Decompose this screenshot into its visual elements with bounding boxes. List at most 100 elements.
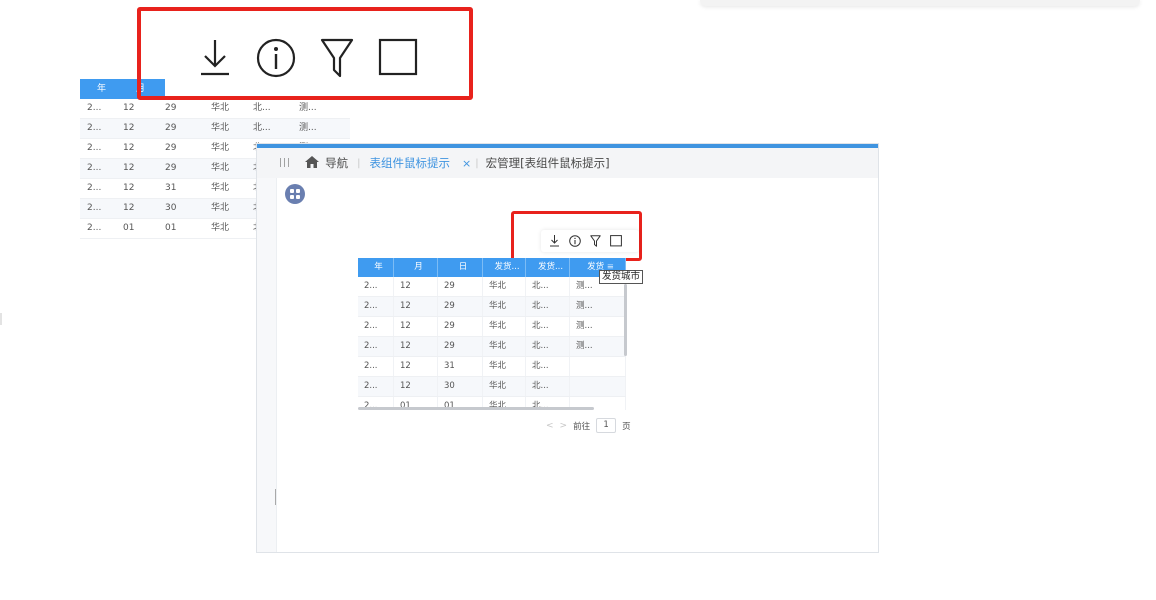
- table-cell-month: 12: [394, 297, 438, 316]
- bg-table-cell-day: 29: [165, 143, 177, 153]
- table-row[interactable]: 2... 12 29 华北 北... 测...: [358, 317, 626, 337]
- header-day[interactable]: 日: [438, 258, 483, 277]
- header-ship-region[interactable]: 发货...: [483, 258, 526, 277]
- bg-table-cell-year: 2...: [87, 163, 102, 173]
- bg-table-cell-year: 2...: [87, 223, 102, 233]
- table-cell-year: 2...: [358, 297, 394, 316]
- filter-icon[interactable]: [590, 235, 601, 247]
- table-cell-day: 29: [438, 277, 483, 296]
- bg-table-cell-month: 12: [123, 103, 135, 113]
- table-cell-year: 2...: [358, 337, 394, 356]
- info-icon[interactable]: [569, 235, 581, 247]
- download-icon[interactable]: [549, 235, 560, 247]
- horizontal-scrollbar[interactable]: [358, 407, 594, 410]
- table-cell-year: 2...: [358, 277, 394, 296]
- data-table: 年 月 日 发货... 发货... 发货 ≡ 2... 12 29 华北 北... 测..…: [358, 258, 626, 410]
- apps-button[interactable]: [285, 184, 305, 204]
- bg-table-cell-city: 测...: [299, 123, 317, 133]
- bg-table-cell-year: 2...: [87, 143, 102, 153]
- bg-table-cell-year: 2...: [87, 183, 102, 193]
- prev-page-button[interactable]: <: [546, 421, 554, 431]
- bg-table-cell-month: 12: [123, 203, 135, 213]
- header-year[interactable]: 年: [358, 258, 394, 277]
- header-ship-province[interactable]: 发货...: [526, 258, 570, 277]
- menu-toggle-icon[interactable]: |||: [279, 158, 291, 168]
- bg-table-cell-month: 01: [123, 223, 135, 233]
- bg-table-cell-region: 华北: [211, 123, 230, 133]
- tab-close-icon[interactable]: ×: [462, 157, 471, 170]
- grid-icon: [290, 189, 300, 199]
- table-row[interactable]: 2... 12 31 华北 北...: [358, 357, 626, 377]
- page-number-input[interactable]: 1: [596, 418, 617, 433]
- breadcrumb-separator: |: [475, 157, 479, 169]
- page-unit-label: 页: [622, 421, 631, 432]
- goto-label: 前往: [573, 421, 591, 432]
- table-cell-region: 华北: [483, 377, 526, 396]
- header-tooltip: 发货城市: [599, 270, 644, 284]
- table-cell-province: 北...: [526, 357, 570, 376]
- table-toolbar: [541, 230, 639, 252]
- left-edge-mark: [0, 313, 2, 325]
- bg-table-cell-province: 北...: [253, 123, 271, 133]
- table-header: 年 月 日 发货... 发货... 发货 ≡: [358, 258, 626, 277]
- bg-table-cell-region: 华北: [211, 143, 230, 153]
- table-cell-region: 华北: [483, 297, 526, 316]
- top-shadow-bar: [700, 0, 1140, 6]
- breadcrumb: ||| 导航 | 表组件鼠标提示 × | 宏管理[表组件鼠标提示]: [257, 148, 878, 178]
- breadcrumb-separator: |: [357, 157, 361, 169]
- table-cell-city: 测...: [570, 317, 626, 336]
- breadcrumb-home-link[interactable]: 导航: [325, 155, 348, 171]
- table-cell-year: 2...: [358, 357, 394, 376]
- bg-table-cell-year: 2...: [87, 103, 102, 113]
- table-cell-province: 北...: [526, 297, 570, 316]
- table-cell-city: [570, 377, 626, 396]
- strip-drag-handle[interactable]: [275, 489, 276, 505]
- table-cell-year: 2...: [358, 317, 394, 336]
- table-cell-day: 30: [438, 377, 483, 396]
- bg-table-cell-region: 华北: [211, 163, 230, 173]
- table-cell-city: 测...: [570, 297, 626, 316]
- home-icon[interactable]: [305, 155, 320, 171]
- main-panel: ||| 导航 | 表组件鼠标提示 × | 宏管理[表组件鼠标提示] 年 月 日 …: [256, 143, 879, 553]
- vertical-scrollbar[interactable]: [624, 284, 627, 356]
- bg-table-cell-year: 2...: [87, 123, 102, 133]
- panel-left-strip: [257, 178, 277, 552]
- table-cell-province: 北...: [526, 337, 570, 356]
- table-cell-province: 北...: [526, 317, 570, 336]
- table-row[interactable]: 2... 12 29 华北 北... 测...: [358, 277, 626, 297]
- bg-table-cell-month: 12: [123, 183, 135, 193]
- filter-icon[interactable]: [319, 37, 355, 79]
- bg-table-cell-region: 华北: [211, 103, 230, 113]
- table-cell-month: 12: [394, 337, 438, 356]
- bg-table-row[interactable]: 2... 12 29 华北 北... 测...: [80, 119, 350, 139]
- table-cell-month: 12: [394, 277, 438, 296]
- table-row[interactable]: 2... 12 29 华北 北... 测...: [358, 297, 626, 317]
- bg-table-cell-month: 12: [123, 143, 135, 153]
- download-icon[interactable]: [197, 38, 233, 78]
- table-cell-day: 29: [438, 297, 483, 316]
- square-icon[interactable]: [378, 38, 418, 78]
- bg-table-cell-day: 29: [165, 123, 177, 133]
- bg-table-cell-region: 华北: [211, 183, 230, 193]
- square-icon[interactable]: [610, 235, 622, 247]
- bg-table-cell-day: 31: [165, 183, 177, 193]
- header-month[interactable]: 月: [394, 258, 438, 277]
- bg-table-row[interactable]: 2... 12 29 华北 北... 测...: [80, 99, 350, 119]
- table-cell-region: 华北: [483, 277, 526, 296]
- table-row[interactable]: 2... 12 29 华北 北... 测...: [358, 337, 626, 357]
- table-cell-province: 北...: [526, 377, 570, 396]
- table-cell-region: 华北: [483, 337, 526, 356]
- table-cell-month: 12: [394, 357, 438, 376]
- bg-table-cell-city: 测...: [299, 103, 317, 113]
- next-page-button[interactable]: >: [560, 421, 568, 431]
- tab-active[interactable]: 表组件鼠标提示: [369, 155, 450, 171]
- bg-table-cell-province: 北...: [253, 103, 271, 113]
- bg-table-cell-year: 2...: [87, 203, 102, 213]
- bg-table-cell-region: 华北: [211, 223, 230, 233]
- bg-table-cell-day: 29: [165, 163, 177, 173]
- info-icon[interactable]: [256, 38, 296, 78]
- table-row[interactable]: 2... 12 30 华北 北...: [358, 377, 626, 397]
- bg-table-cell-month: 12: [123, 163, 135, 173]
- table-toolbar-enlarged: [185, 30, 447, 85]
- table-cell-region: 华北: [483, 357, 526, 376]
